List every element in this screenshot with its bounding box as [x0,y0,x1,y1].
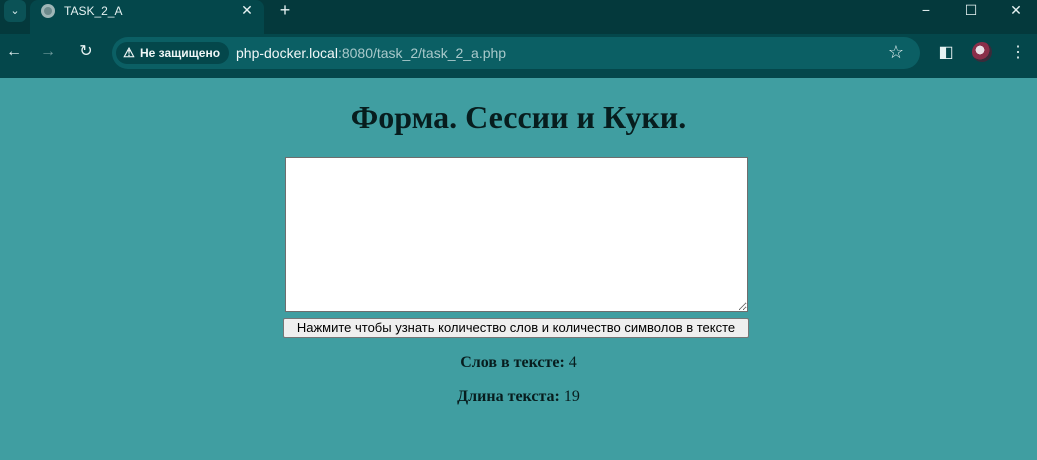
bookmark-star-icon[interactable]: ☆ [886,42,906,62]
word-count-value: 4 [568,354,577,371]
warning-icon: ⚠ [123,45,135,60]
word-count-label: Слов в тексте: [460,354,565,371]
browser-toolbar: ← → ↻ ⚠ Не защищено php-docker.local:8080… [0,34,1037,78]
security-label: Не защищено [140,46,221,60]
word-count-line: Слов в тексте: 4 [0,354,1037,372]
close-window-icon[interactable]: ✕ [998,0,1034,20]
text-length-line: Длина текста: 19 [0,388,1037,406]
security-chip[interactable]: ⚠ Не защищено [116,42,230,64]
address-bar[interactable]: ⚠ Не защищено php-docker.local:8080/task_… [112,37,920,69]
url-path: :8080/task_2/task_2_a.php [337,45,507,61]
page-title: Форма. Сессии и Куки. [350,99,687,135]
tab-task-2-a[interactable]: TASK_2_A ✕ [30,0,264,34]
forward-icon[interactable]: → [38,42,58,62]
tab-search-icon[interactable]: ⌄ [4,0,26,22]
maximize-icon[interactable]: ☐ [953,0,989,20]
side-panel-icon[interactable]: ◧ [936,43,956,63]
count-words-button[interactable]: Нажмите чтобы узнать количество слов и к… [283,318,749,338]
url-text[interactable]: php-docker.local:8080/task_2/task_2_a.ph… [236,45,506,61]
text-input-area[interactable] [285,157,748,312]
close-tab-icon[interactable]: ✕ [239,2,255,18]
reload-icon[interactable]: ↻ [76,42,96,62]
globe-icon [41,4,55,18]
profile-avatar-icon[interactable] [972,42,992,62]
back-icon[interactable]: ← [4,42,24,62]
minimize-icon[interactable]: − [908,0,944,20]
tab-strip: ⌄ TASK_2_A ✕ + − ☐ ✕ [0,0,1037,34]
text-length-label: Длина текста: [457,388,560,405]
page-content: Форма. Сессии и Куки. Нажмите чтобы узна… [0,78,1037,460]
tab-title: TASK_2_A [64,4,123,18]
browser-chrome: ⌄ TASK_2_A ✕ + − ☐ ✕ ← → ↻ ⚠ Не защищено … [0,0,1037,78]
new-tab-icon[interactable]: + [276,0,294,20]
url-host: php-docker.local [236,45,338,61]
text-length-value: 19 [563,388,580,405]
menu-kebab-icon[interactable]: ⋮ [1008,43,1028,63]
